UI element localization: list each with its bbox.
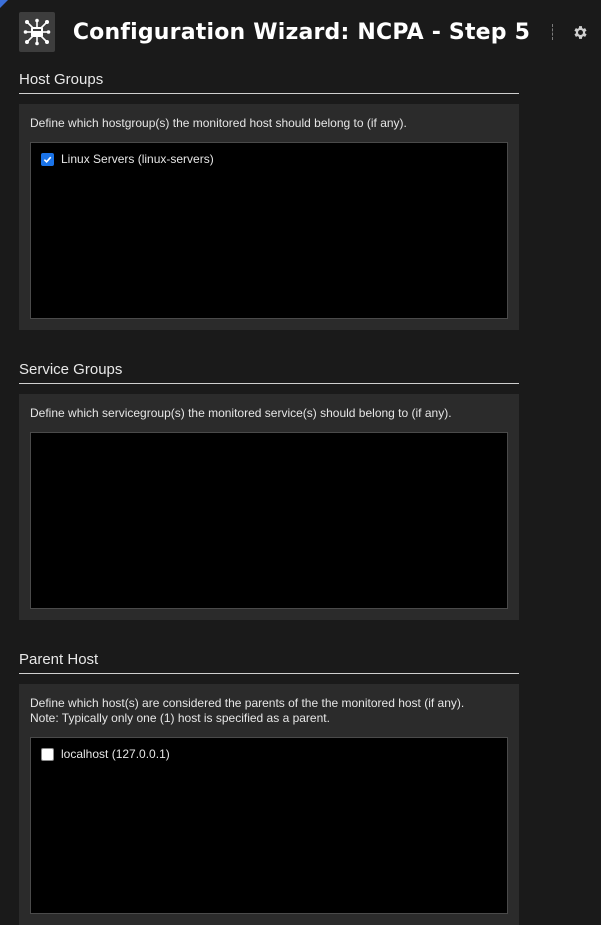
corner-accent	[0, 0, 8, 8]
section-title-host-groups: Host Groups	[19, 71, 519, 94]
gear-icon[interactable]	[571, 22, 589, 42]
parent-host-description: Define which host(s) are considered the …	[30, 696, 508, 726]
list-item-label: Linux Servers (linux-servers)	[61, 152, 214, 166]
checkbox-checked[interactable]	[41, 152, 54, 166]
service-groups-panel: Define which servicegroup(s) the monitor…	[19, 394, 519, 620]
list-item-label: localhost (127.0.0.1)	[61, 747, 170, 761]
page-header: Configuration Wizard: NCPA - Step 5	[19, 10, 589, 54]
service-groups-list[interactable]	[30, 432, 508, 609]
host-groups-section: Host Groups Define which hostgroup(s) th…	[19, 71, 519, 330]
header-divider	[552, 24, 554, 40]
section-title-service-groups: Service Groups	[19, 361, 519, 384]
parent-host-description-line1: Define which host(s) are considered the …	[30, 696, 465, 710]
page-title: Configuration Wizard: NCPA - Step 5	[72, 19, 531, 45]
host-groups-description: Define which hostgroup(s) the monitored …	[30, 116, 407, 130]
network-node-icon	[19, 12, 55, 52]
parent-host-section: Parent Host Define which host(s) are con…	[19, 651, 519, 925]
parent-host-list[interactable]: localhost (127.0.0.1)	[30, 737, 508, 914]
parent-host-panel: Define which host(s) are considered the …	[19, 684, 519, 925]
section-title-parent-host: Parent Host	[19, 651, 519, 674]
list-item[interactable]: localhost (127.0.0.1)	[41, 746, 497, 762]
host-groups-panel: Define which hostgroup(s) the monitored …	[19, 104, 519, 330]
service-groups-description: Define which servicegroup(s) the monitor…	[30, 406, 452, 420]
list-item[interactable]: Linux Servers (linux-servers)	[41, 151, 497, 167]
service-groups-section: Service Groups Define which servicegroup…	[19, 361, 519, 620]
host-groups-list[interactable]: Linux Servers (linux-servers)	[30, 142, 508, 319]
parent-host-note: Note: Typically only one (1) host is spe…	[30, 711, 330, 725]
checkbox-unchecked[interactable]	[41, 747, 54, 761]
